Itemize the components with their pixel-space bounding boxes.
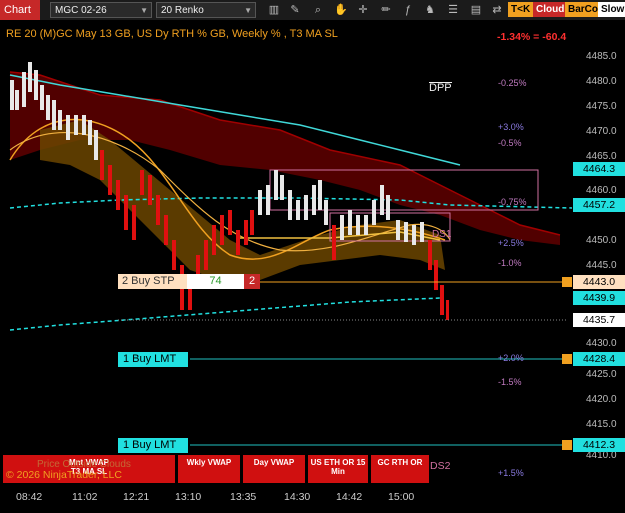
pencil-icon[interactable]: ✏ — [378, 2, 394, 18]
pct-label: -1.0% — [498, 258, 522, 268]
pct-label: -0.25% — [498, 78, 527, 88]
buy-stop-order-label[interactable]: 2 Buy STP — [118, 274, 187, 289]
price-tick: 4415.0 — [586, 419, 617, 430]
session-change-label: -1.34% = -60.4 — [497, 31, 567, 43]
price-tick: 4425.0 — [586, 369, 617, 380]
time-tick: 14:42 — [336, 491, 363, 503]
tk-button[interactable]: T<K — [508, 2, 534, 17]
pct-label: +2.5% — [498, 238, 524, 248]
price-tick: 4485.0 — [586, 51, 617, 62]
templates-icon[interactable]: ▤ — [468, 2, 484, 18]
pct-label: +3.0% — [498, 122, 524, 132]
chart-header: RE 20 (M)GC May 13 GB, US Dy RTH % GB, W… — [6, 28, 338, 40]
time-tick: 15:00 — [388, 491, 415, 503]
draw-tool-icon[interactable]: ✎ — [287, 2, 303, 18]
ds2-label: DS2 — [430, 460, 451, 472]
slowm-button[interactable]: SlowM — [598, 2, 625, 17]
price-tag-vwap: 4457.2 — [573, 198, 625, 212]
price-tick: 4475.0 — [586, 101, 617, 112]
price-tick: 4480.0 — [586, 76, 617, 87]
price-tick: 4430.0 — [586, 338, 617, 349]
instrument-selector[interactable]: MGC 02-26 ▼ — [50, 2, 152, 18]
pct-label: +1.5% — [498, 468, 524, 478]
gc-rth-or-button[interactable]: GC RTH OR — [371, 455, 429, 483]
price-tick: 4420.0 — [586, 394, 617, 405]
day-vwap-button[interactable]: Day VWAP — [243, 455, 305, 483]
cloud-button[interactable]: Cloud — [533, 2, 568, 17]
pct-label: -0.75% — [498, 197, 527, 207]
pct-label: -1.5% — [498, 377, 522, 387]
cyan-dashed-line-2 — [9, 297, 441, 331]
price-tick: 4470.0 — [586, 126, 617, 137]
chevron-down-icon: ▼ — [140, 6, 148, 15]
properties-icon[interactable]: ☰ — [445, 2, 461, 18]
time-tick: 13:10 — [175, 491, 202, 503]
time-tick: 13:35 — [230, 491, 257, 503]
period-value: 20 Renko — [161, 5, 204, 16]
time-tick: 11:02 — [72, 491, 98, 503]
price-tick: 4465.0 — [586, 151, 617, 162]
price-tag-last: 4435.7 — [573, 313, 625, 327]
period-selector[interactable]: 20 Renko ▼ — [156, 2, 256, 18]
hand-icon[interactable]: ✋ — [333, 2, 349, 18]
instrument-value: MGC 02-26 — [55, 5, 107, 16]
buy-limit-order-label-2[interactable]: 1 Buy LMT — [118, 438, 188, 453]
time-tick: 14:30 — [284, 491, 311, 503]
buy-limit-order-label-1[interactable]: 1 Buy LMT — [118, 352, 188, 367]
pct-label: +2.0% — [498, 353, 524, 363]
price-tag-stop: 4443.0 — [573, 275, 625, 289]
chevron-down-icon: ▼ — [244, 6, 252, 15]
buy-stop-count[interactable]: 2 — [244, 274, 260, 289]
price-chart-canvas[interactable] — [0, 20, 572, 485]
price-tag-cyan-ma: 4464.3 — [573, 162, 625, 176]
price-tick: 4460.0 — [586, 185, 617, 196]
time-tick: 08:42 — [16, 491, 43, 503]
price-axis[interactable]: 4485.0 4480.0 4475.0 4470.0 4465.0 4460.… — [572, 20, 625, 485]
buy-stop-qty[interactable]: 74 — [187, 274, 244, 289]
bar-chart-icon[interactable]: ▥ — [266, 2, 282, 18]
copyright-text: © 2026 NinjaTrader, LLC — [6, 469, 122, 481]
wkly-vwap-button[interactable]: Wkly VWAP — [178, 455, 240, 483]
us-eth-or-button[interactable]: US ETH OR 15 Min — [308, 455, 368, 483]
chart-trader-icon[interactable]: ⇄ — [489, 2, 505, 18]
pct-label: -0.5% — [498, 138, 522, 148]
price-tick: 4445.0 — [586, 260, 617, 271]
zoom-icon[interactable]: ⌕ — [310, 2, 326, 18]
order-markers — [562, 277, 572, 450]
indicators-icon[interactable]: ƒ — [400, 2, 416, 18]
price-tick: 4450.0 — [586, 235, 617, 246]
strategies-icon[interactable]: ♞ — [422, 2, 438, 18]
crosshair-icon[interactable]: ✛ — [355, 2, 371, 18]
chart-toolbar: Chart MGC 02-26 ▼ 20 Renko ▼ ▥ ✎ ⌕ ✋ ✛ ✏… — [0, 0, 625, 20]
dpp-label: DPP — [429, 82, 452, 94]
ds1-label: DS1 — [432, 229, 452, 240]
price-tag-limit-1: 4428.4 — [573, 352, 625, 366]
chart-tab[interactable]: Chart — [0, 0, 40, 20]
price-tag-limit-2: 4412.3 — [573, 438, 625, 452]
time-tick: 12:21 — [123, 491, 150, 503]
price-tag-vwap-lower: 4439.9 — [573, 291, 625, 305]
